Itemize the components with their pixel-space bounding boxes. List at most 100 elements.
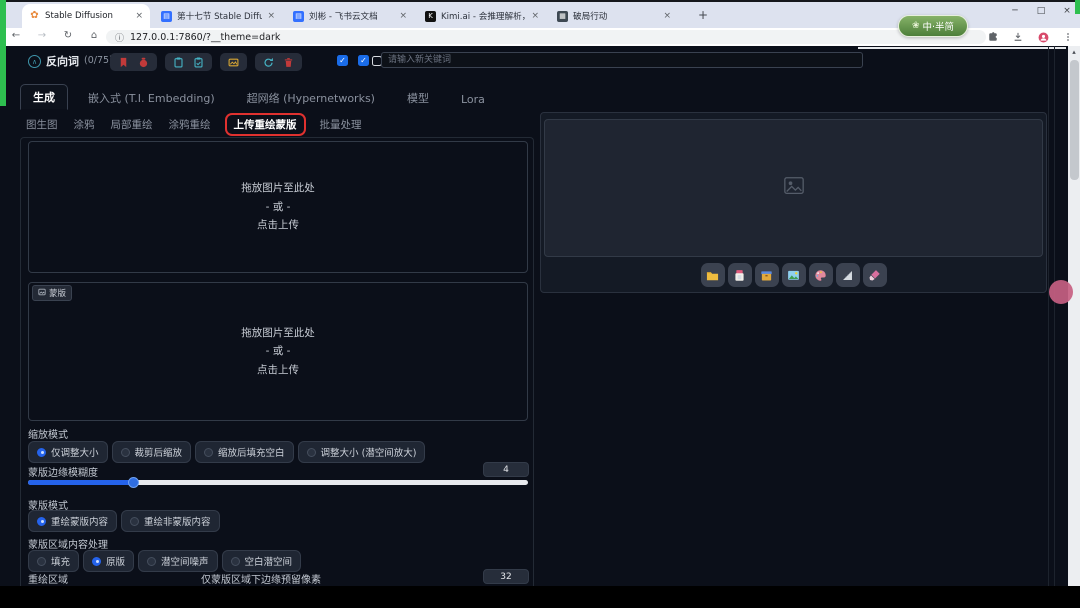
- keyword-checkbox[interactable]: ✓: [337, 55, 348, 66]
- radio-label: 填充: [51, 554, 70, 568]
- folder-icon[interactable]: [701, 263, 725, 287]
- subtab-2[interactable]: 局部重绘: [111, 117, 153, 132]
- address-bar[interactable]: ⓘ 127.0.0.1:7860/?__theme=dark: [106, 30, 986, 44]
- brush-icon[interactable]: [863, 263, 887, 287]
- browser-tab[interactable]: KKimi.ai - 会推理解析，能深度...×: [418, 4, 546, 28]
- puzzle-icon[interactable]: [987, 31, 999, 43]
- image-placeholder-icon: [783, 175, 805, 201]
- radio-option[interactable]: 潜空间噪声: [138, 550, 218, 572]
- mask-blur-value[interactable]: 4: [483, 462, 529, 477]
- scrollbar-thumb[interactable]: [1070, 60, 1079, 180]
- menu-dots-icon[interactable]: [1062, 31, 1074, 43]
- drop-text: 拖放图片至此处: [241, 324, 315, 342]
- radio-option[interactable]: 重绘非蒙版内容: [121, 510, 220, 532]
- palette-icon[interactable]: [809, 263, 833, 287]
- tab-close-icon[interactable]: ×: [531, 11, 539, 21]
- browser-tab[interactable]: ▤刘彬 - 飞书云文档×: [286, 4, 414, 28]
- tab-extra-3[interactable]: 模型: [395, 86, 441, 110]
- tab-close-icon[interactable]: ×: [399, 11, 407, 21]
- tab-close-icon[interactable]: ×: [663, 11, 671, 21]
- minimize-button[interactable]: ─: [1003, 6, 1027, 16]
- refresh-icon[interactable]: [262, 54, 275, 70]
- prompt-area-edge: [858, 47, 1066, 49]
- tab-favicon-icon: ▤: [293, 11, 304, 22]
- radio-dot-icon: [37, 557, 46, 566]
- new-tab-button[interactable]: +: [695, 8, 711, 24]
- tab-generate[interactable]: 生成: [20, 84, 68, 110]
- flower-icon: ❀: [912, 21, 920, 31]
- subtab-3[interactable]: 涂鸦重绘: [169, 117, 211, 132]
- forward-icon[interactable]: →: [34, 30, 50, 41]
- token-counter: (0/75): [84, 55, 113, 66]
- zip-icon[interactable]: [755, 263, 779, 287]
- page-scrollbar[interactable]: ▴: [1068, 46, 1080, 586]
- reload-icon[interactable]: ↻: [60, 30, 76, 41]
- save-icon[interactable]: [728, 263, 752, 287]
- img2img-sub-tabs: 图生图 涂鸦 局部重绘 涂鸦重绘 上传重绘蒙版 批量处理: [26, 112, 362, 136]
- clipboard-icon[interactable]: [172, 54, 185, 70]
- screenshare-border-left: [0, 0, 6, 106]
- pink-floating-button[interactable]: [1049, 280, 1073, 304]
- radio-dot-icon: [231, 557, 240, 566]
- subtab-4[interactable]: 上传重绘蒙版: [227, 115, 304, 134]
- slider-thumb[interactable]: [128, 477, 139, 488]
- card-yellow-icon[interactable]: [227, 54, 240, 70]
- radio-option[interactable]: 填充: [28, 550, 79, 572]
- ruler-icon[interactable]: [836, 263, 860, 287]
- radio-option[interactable]: 仅调整大小: [28, 441, 108, 463]
- keyword-input[interactable]: [381, 52, 863, 68]
- mask-upload-dropzone[interactable]: 蒙版 拖放图片至此处 - 或 - 点击上传: [28, 282, 528, 421]
- site-info-icon[interactable]: ⓘ: [115, 31, 124, 44]
- radio-option[interactable]: 原版: [83, 550, 134, 572]
- back-icon[interactable]: ←: [8, 30, 24, 41]
- mask-blur-slider[interactable]: [28, 480, 528, 485]
- tab-extra-1[interactable]: 嵌入式 (T.I. Embedding): [76, 86, 227, 110]
- result-gallery[interactable]: [544, 119, 1043, 257]
- radio-label: 调整大小 (潜空间放大): [321, 445, 417, 459]
- radio-dot-icon: [121, 448, 130, 457]
- image-icon[interactable]: [782, 263, 806, 287]
- download-icon[interactable]: [1012, 31, 1024, 43]
- tab-close-icon[interactable]: ×: [267, 11, 275, 21]
- subtab-5[interactable]: 批量处理: [320, 117, 362, 132]
- image-upload-dropzone[interactable]: 拖放图片至此处 - 或 - 点击上传: [28, 141, 528, 273]
- browser-tab[interactable]: ▦破局行动×: [550, 4, 678, 28]
- inpaint-upload-panel: 拖放图片至此处 - 或 - 点击上传 蒙版 拖放图片至此处 - 或 - 点击上传…: [20, 137, 534, 586]
- home-icon[interactable]: ⌂: [86, 30, 102, 41]
- main-tabs: 生成嵌入式 (T.I. Embedding) 超网络 (Hypernetworks…: [20, 84, 497, 110]
- tab-close-icon[interactable]: ×: [135, 11, 143, 21]
- drop-red-icon[interactable]: [137, 54, 150, 70]
- prompt-toolbar: [110, 53, 302, 71]
- radio-dot-icon: [147, 557, 156, 566]
- tab-favicon-icon: ▦: [557, 11, 568, 22]
- radio-dot-icon: [204, 448, 213, 457]
- subtab-0[interactable]: 图生图: [26, 117, 58, 132]
- ime-status-widget[interactable]: ❀ 中·半简: [898, 15, 968, 37]
- masked-padding-value[interactable]: 32: [483, 569, 529, 584]
- browser-tab[interactable]: ▤第十七节 Stable Diffusion涂鸦×: [154, 4, 282, 28]
- radio-label: 重绘非蒙版内容: [144, 514, 211, 528]
- radio-option[interactable]: 调整大小 (潜空间放大): [298, 441, 426, 463]
- tab-extra-2[interactable]: 超网络 (Hypernetworks): [235, 86, 387, 110]
- tab-favicon-icon: K: [425, 11, 436, 22]
- avatar-icon[interactable]: [1037, 31, 1049, 43]
- clipboard-check-icon[interactable]: [192, 54, 205, 70]
- trash-icon[interactable]: [282, 54, 295, 70]
- keyword-checkbox[interactable]: ✓: [358, 55, 369, 66]
- radio-option[interactable]: 重绘蒙版内容: [28, 510, 117, 532]
- scrollbar-up-icon[interactable]: ▴: [1068, 47, 1080, 58]
- browser-tab[interactable]: ✿Stable Diffusion×: [22, 4, 150, 28]
- bookmark-red-icon[interactable]: [117, 54, 130, 70]
- drop-or-text: - 或 -: [266, 342, 291, 360]
- radio-option[interactable]: 裁剪后缩放: [112, 441, 192, 463]
- radio-dot-icon: [92, 557, 101, 566]
- panel-divider-2: [1054, 46, 1055, 586]
- screenshare-border-right: [1075, 0, 1080, 14]
- resize-mode-radio-group: 仅调整大小裁剪后缩放缩放后填充空白 调整大小 (潜空间放大): [28, 441, 425, 463]
- collapse-chevron-icon[interactable]: ∧: [28, 55, 41, 68]
- subtab-1[interactable]: 涂鸦: [74, 117, 95, 132]
- maximize-button[interactable]: □: [1029, 6, 1053, 16]
- radio-option[interactable]: 空白潜空间: [222, 550, 302, 572]
- tab-extra-4[interactable]: Lora: [449, 89, 497, 110]
- radio-option[interactable]: 缩放后填充空白: [195, 441, 294, 463]
